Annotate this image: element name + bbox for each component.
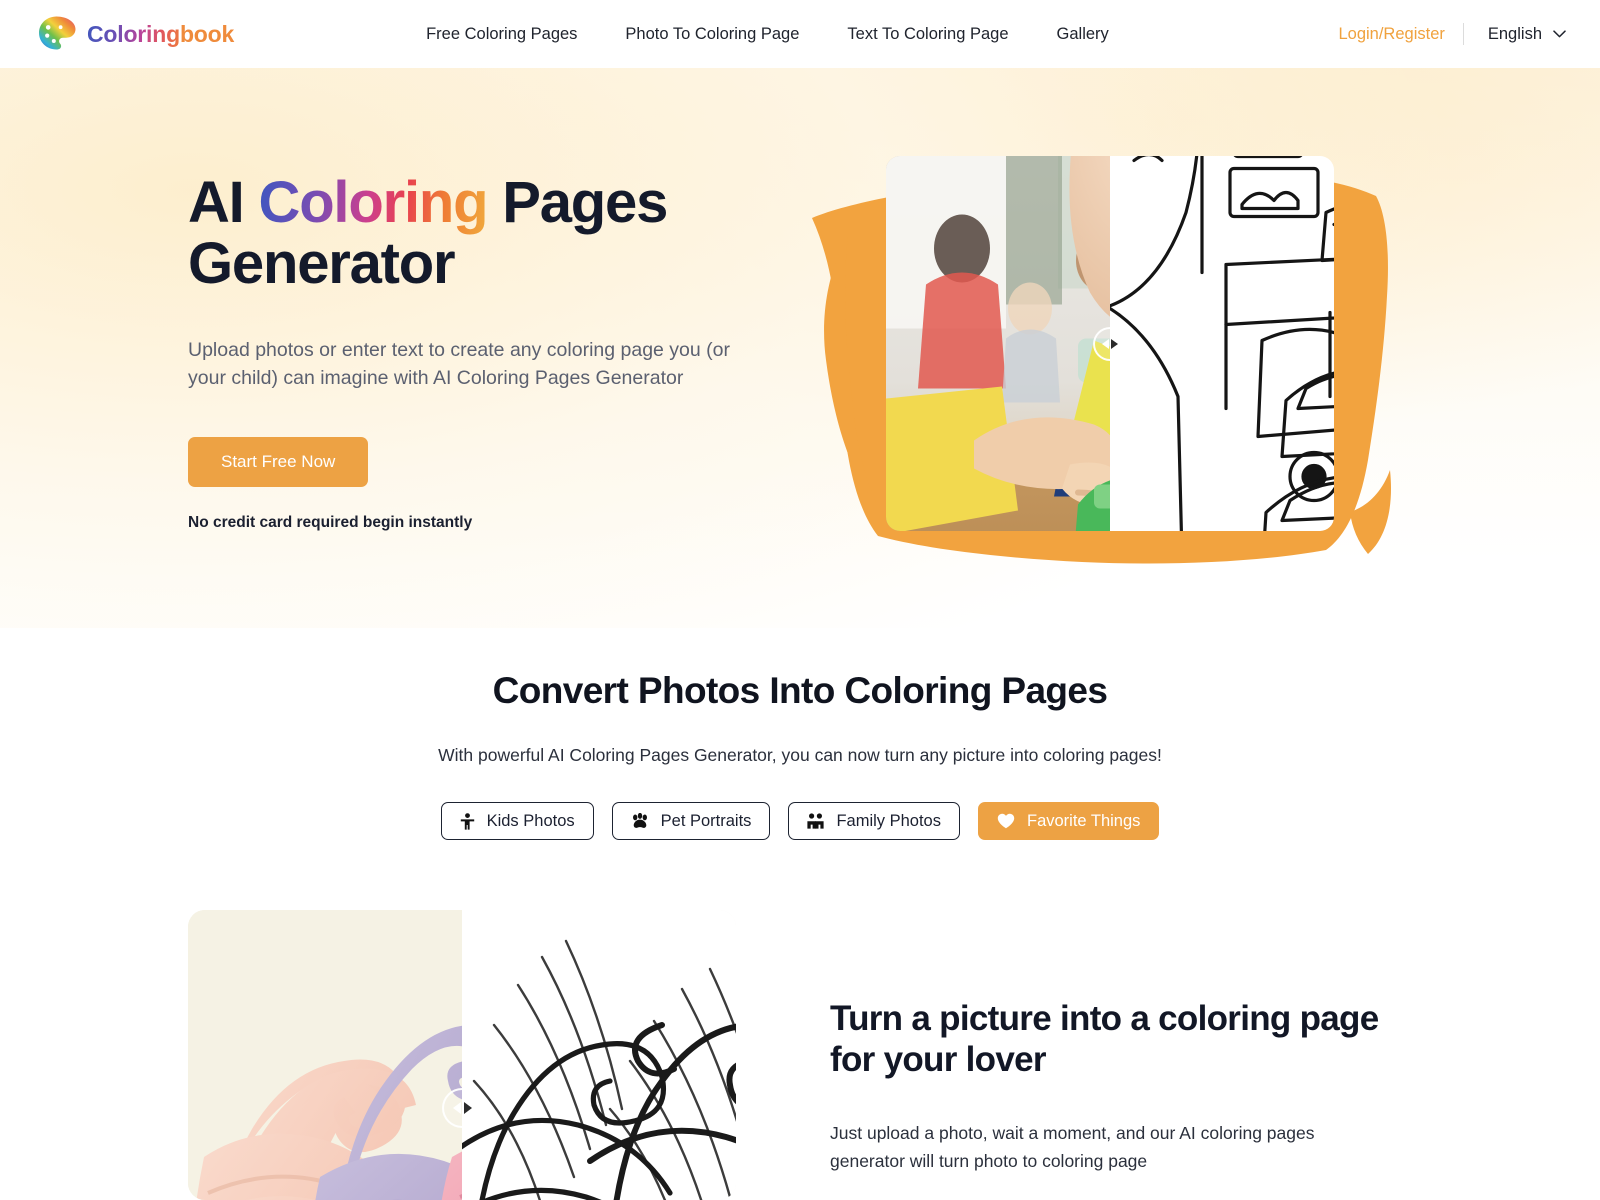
hero-subtitle: Upload photos or enter text to create an… bbox=[188, 338, 730, 390]
hero-title-line2: Generator bbox=[188, 230, 456, 296]
nav-item-free-coloring-pages[interactable]: Free Coloring Pages bbox=[402, 25, 601, 44]
nav-item-text-to-coloring-page[interactable]: Text To Coloring Page bbox=[823, 25, 1032, 44]
tab-favorite-things[interactable]: Favorite Things bbox=[977, 802, 1160, 840]
brand-logo[interactable]: Coloringbook bbox=[36, 14, 234, 54]
heart-icon bbox=[997, 813, 1015, 829]
main-navigation: Free Coloring Pages Photo To Coloring Pa… bbox=[402, 25, 1133, 44]
login-register-link[interactable]: Login/Register bbox=[1338, 25, 1462, 44]
hero-before-photo bbox=[886, 156, 1110, 531]
tab-kids-photos[interactable]: Kids Photos bbox=[440, 802, 594, 840]
showcase-paragraph: Just upload a photo, wait a moment, and … bbox=[830, 1122, 1315, 1171]
hero-note: No credit card required begin instantly bbox=[188, 514, 473, 532]
slider-arrow-left-icon bbox=[452, 1102, 461, 1114]
hero-title-part2: Pages bbox=[487, 170, 668, 235]
slider-arrow-right-icon bbox=[463, 1102, 472, 1114]
showcase-section: Turn a picture into a coloring page for … bbox=[0, 910, 1600, 1200]
nav-item-gallery[interactable]: Gallery bbox=[1033, 25, 1133, 44]
tab-pet-portraits[interactable]: Pet Portraits bbox=[611, 802, 771, 840]
hero-section: AI Coloring Pages Generator Upload photo… bbox=[0, 68, 1600, 628]
hero-copy: AI Coloring Pages Generator Upload photo… bbox=[188, 170, 808, 532]
tab-family-photos-label: Family Photos bbox=[836, 811, 941, 830]
icecream-after-lineart bbox=[462, 910, 736, 1200]
slider-arrow-right-icon bbox=[1111, 338, 1118, 349]
category-tabs: Kids Photos Pet Portraits Family Photos bbox=[0, 802, 1600, 840]
hero-title-gradient-word: Coloring bbox=[258, 170, 489, 235]
tab-kids-photos-label: Kids Photos bbox=[486, 811, 575, 830]
showcase-heading: Turn a picture into a coloring page for … bbox=[830, 999, 1379, 1080]
start-free-now-button[interactable]: Start Free Now bbox=[188, 437, 369, 488]
palette-icon bbox=[39, 16, 76, 50]
nav-item-photo-to-coloring-page[interactable]: Photo To Coloring Page bbox=[601, 25, 823, 44]
brand-word-book: book bbox=[179, 20, 235, 47]
site-header: Coloringbook Free Coloring Pages Photo T… bbox=[0, 0, 1600, 68]
showcase-copy: Turn a picture into a coloring page for … bbox=[830, 998, 1390, 1175]
hero-artwork bbox=[790, 110, 1410, 590]
child-icon bbox=[460, 812, 474, 830]
compare-slider-handle[interactable] bbox=[1093, 326, 1127, 361]
icecream-before-after-slider[interactable] bbox=[188, 910, 736, 1200]
chevron-down-icon bbox=[1553, 30, 1566, 38]
slider-arrow-left-icon bbox=[1102, 338, 1109, 349]
brand-wordmark: Coloringbook bbox=[87, 21, 234, 48]
people-icon bbox=[807, 813, 825, 829]
convert-subtitle: With powerful AI Coloring Pages Generato… bbox=[438, 745, 1162, 765]
tab-pet-portraits-label: Pet Portraits bbox=[660, 811, 752, 830]
tab-family-photos[interactable]: Family Photos bbox=[788, 802, 960, 840]
header-actions: Login/Register English bbox=[1338, 0, 1566, 68]
hero-before-after-slider[interactable] bbox=[886, 156, 1334, 531]
compare-slider-handle[interactable] bbox=[442, 1088, 482, 1128]
page-title: AI Coloring Pages Generator bbox=[188, 170, 808, 296]
icecream-before-photo bbox=[188, 910, 462, 1200]
language-selector[interactable]: English bbox=[1464, 25, 1566, 44]
paw-icon bbox=[632, 813, 647, 828]
tab-favorite-things-label: Favorite Things bbox=[1026, 811, 1141, 830]
hero-after-lineart bbox=[1110, 156, 1334, 531]
convert-title: Convert Photos Into Coloring Pages bbox=[492, 670, 1108, 711]
language-label: English bbox=[1487, 24, 1542, 43]
brand-word-coloring: Coloring bbox=[87, 20, 180, 47]
hero-title-part1: AI bbox=[188, 170, 259, 235]
convert-section: Convert Photos Into Coloring Pages With … bbox=[0, 628, 1600, 840]
